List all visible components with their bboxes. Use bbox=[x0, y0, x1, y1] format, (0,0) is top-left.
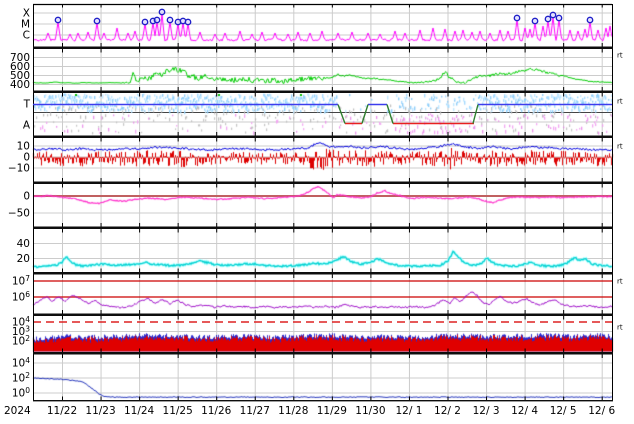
year-label: 2024 bbox=[4, 405, 31, 417]
date-label: 11/23 bbox=[85, 405, 115, 417]
rt-annotation: rt bbox=[617, 98, 623, 106]
status-transition-line bbox=[386, 104, 394, 124]
axis-label: 40 bbox=[17, 238, 30, 250]
panel-separator bbox=[33, 352, 613, 355]
flare-event-marker bbox=[184, 18, 192, 26]
date-label: 12/ 6 bbox=[588, 405, 615, 417]
panel-separator bbox=[33, 90, 613, 93]
axis-label: 102 bbox=[12, 371, 30, 385]
axis-label: 102 bbox=[12, 334, 30, 348]
status-transition-line bbox=[361, 104, 369, 124]
flare-event-marker bbox=[549, 11, 557, 19]
panel-separator bbox=[33, 272, 613, 275]
date-label: 11/28 bbox=[278, 405, 308, 417]
flare-event-marker bbox=[166, 16, 174, 24]
axis-label: −10 bbox=[8, 163, 30, 175]
flare-event-marker bbox=[141, 18, 149, 26]
axis-label: 100 bbox=[12, 386, 30, 400]
flare-event-marker bbox=[54, 16, 62, 24]
date-label: 12/ 1 bbox=[395, 405, 422, 417]
panel-separator bbox=[33, 135, 613, 138]
axis-label: T bbox=[23, 99, 31, 111]
axis-label: 400 bbox=[10, 79, 30, 91]
date-label: 11/24 bbox=[124, 405, 155, 417]
flare-event-marker bbox=[153, 16, 161, 24]
panel-separator bbox=[33, 313, 613, 316]
panel-separator bbox=[33, 181, 613, 184]
date-label: 12/ 2 bbox=[434, 405, 461, 417]
space-weather-overview-chart: X M C 700 600 500 400 T A 10 0 −10 0 −50 40 20 107 106 104… bbox=[0, 0, 634, 424]
flare-event-marker bbox=[555, 14, 563, 22]
date-label: 12/ 3 bbox=[473, 405, 500, 417]
status-transition-line bbox=[337, 104, 346, 124]
flare-event-marker bbox=[531, 17, 539, 25]
date-label: 12/ 5 bbox=[550, 405, 577, 417]
flare-event-marker bbox=[544, 15, 552, 23]
axis-label: −50 bbox=[8, 208, 30, 220]
flare-event-marker bbox=[93, 17, 101, 25]
rt-annotation: rt bbox=[617, 278, 623, 286]
panel-separator bbox=[33, 400, 613, 402]
axis-label: C bbox=[23, 30, 30, 42]
date-label: 11/26 bbox=[201, 405, 232, 417]
date-label: 11/29 bbox=[317, 405, 347, 417]
flare-event-marker bbox=[513, 14, 521, 22]
axis-label: 20 bbox=[17, 253, 30, 265]
rt-annotation: rt bbox=[617, 52, 623, 60]
date-label: 11/27 bbox=[240, 405, 270, 417]
axis-label: A bbox=[23, 120, 31, 132]
rt-annotation: rt bbox=[617, 324, 623, 332]
flare-event-marker bbox=[586, 16, 594, 24]
rt-annotation: rt bbox=[617, 143, 623, 151]
date-label: 11/25 bbox=[163, 405, 193, 417]
date-label: 11/30 bbox=[355, 405, 385, 417]
status-transition-line bbox=[472, 104, 479, 124]
axis-label: 107 bbox=[12, 274, 30, 288]
panel-separator bbox=[33, 46, 613, 49]
axis-label: 104 bbox=[12, 356, 30, 370]
axis-label: 106 bbox=[12, 290, 30, 304]
chart-frame-layer: XMC700600500400TA100−100−504020107106104… bbox=[4, 3, 623, 417]
date-label: 11/22 bbox=[47, 405, 77, 417]
axis-label: 0 bbox=[23, 191, 30, 203]
flare-event-marker bbox=[158, 8, 166, 16]
date-label: 12/ 4 bbox=[511, 405, 538, 417]
panel-separator bbox=[33, 226, 613, 229]
